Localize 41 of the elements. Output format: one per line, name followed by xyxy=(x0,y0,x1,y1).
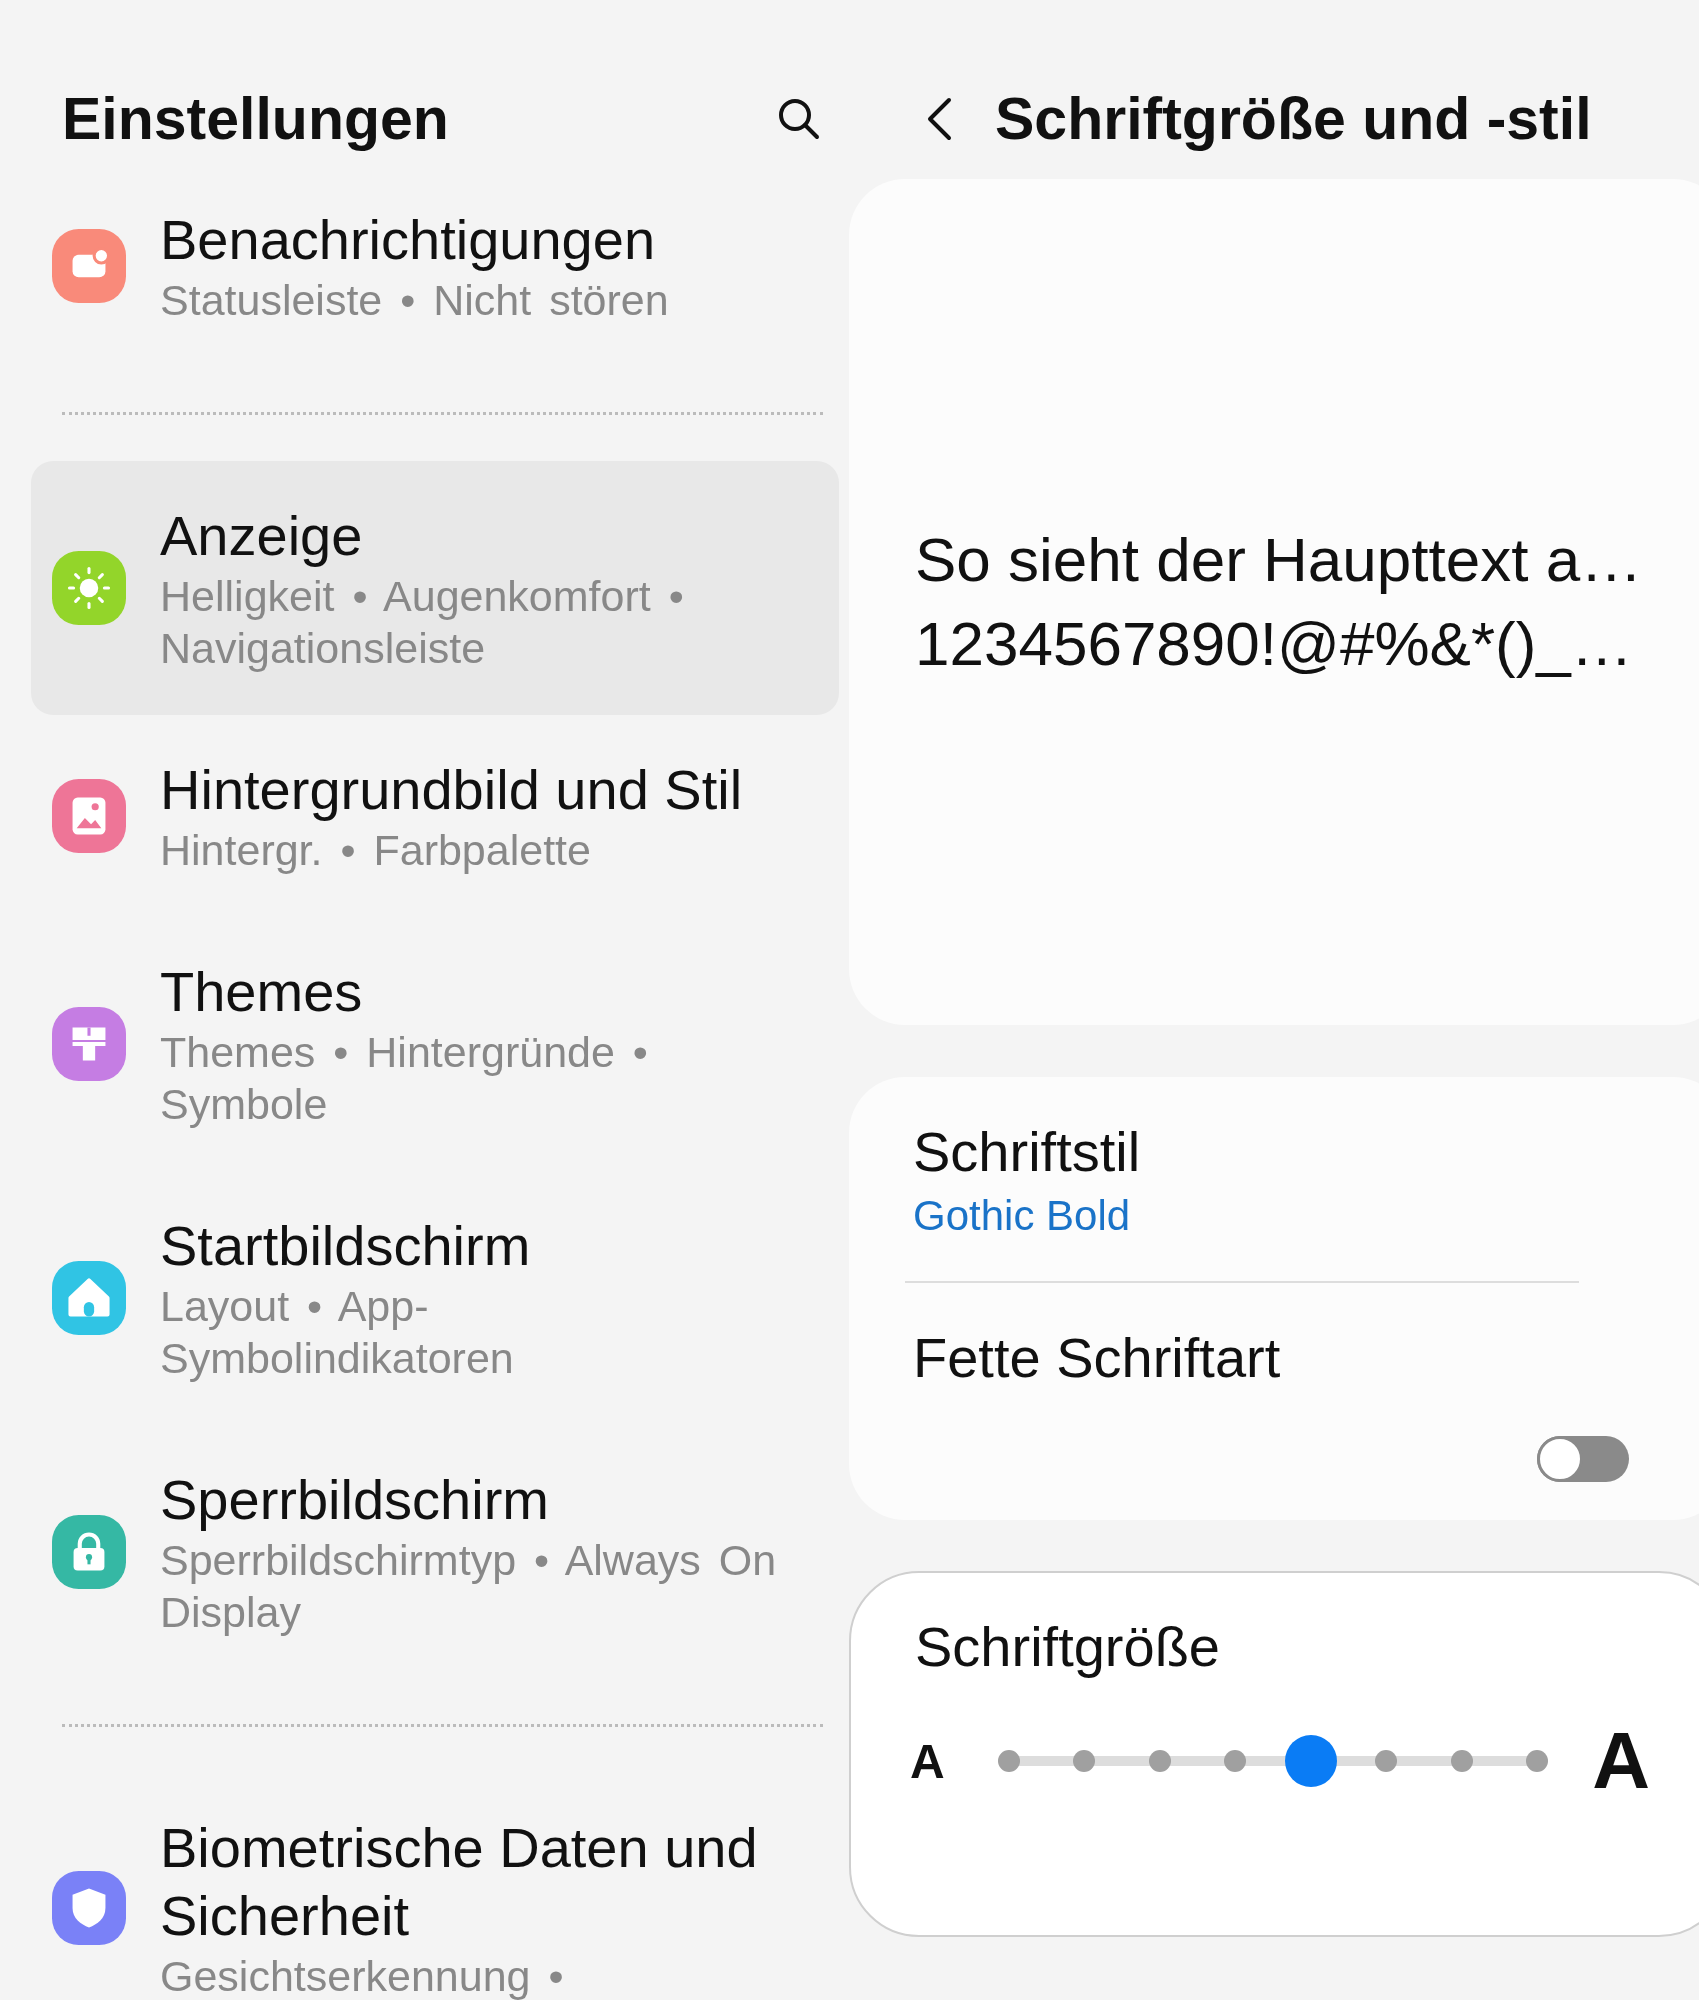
slider-step[interactable] xyxy=(998,1750,1020,1772)
settings-item[interactable]: Hintergrundbild und Stil Hintergr. • Farbpalette xyxy=(31,715,839,917)
slider-step[interactable] xyxy=(1148,1750,1171,1772)
item-subtitle: Themes • Hintergründe • Symbole xyxy=(160,1027,649,1130)
settings-item[interactable]: Sperrbildschirm Sperrbildschirmtyp • Always On Display xyxy=(31,1425,839,1679)
preview-text: 1234567890!@#%&*()_… xyxy=(915,608,1634,680)
item-subtitle: Helligkeit • Augenkomfort • Navigationsleiste xyxy=(160,571,685,674)
page-title: Schriftgröße und -stil xyxy=(995,84,1592,153)
item-subtitle: Hintergr. • Farbpalette xyxy=(160,825,592,876)
back-icon[interactable] xyxy=(925,95,953,142)
item-title: Benachrichtigungen xyxy=(160,207,657,273)
settings-item[interactable]: Biometrische Daten und Sicherheit Gesichtserkennung • xyxy=(31,1773,839,2000)
page-title: Einstellungen xyxy=(62,84,449,153)
toggle-switch[interactable] xyxy=(1537,1436,1629,1482)
item-title: Hintergrundbild und Stil xyxy=(160,757,744,823)
preview-text: So sieht der Haupttext a… xyxy=(915,524,1644,596)
setting-label[interactable]: Schriftstil xyxy=(913,1116,1629,1188)
large-a-label: A xyxy=(1592,1715,1650,1807)
slider-step[interactable] xyxy=(1526,1750,1549,1772)
setting-value: Gothic Bold xyxy=(913,1191,1132,1241)
slider-step[interactable] xyxy=(1375,1750,1398,1772)
item-title: Anzeige xyxy=(160,503,364,569)
slider-thumb[interactable] xyxy=(1284,1735,1337,1787)
settings-item[interactable]: Anzeige Helligkeit • Augenkomfort • Navigationsleiste xyxy=(31,461,839,715)
setting-label: Schriftgröße xyxy=(915,1614,1221,1680)
setting-label: Fette Schriftart xyxy=(913,1325,1282,1391)
item-title: Biometrische Daten und Sicherheit xyxy=(160,1815,759,1949)
item-title: Themes xyxy=(160,959,364,1025)
settings-item[interactable]: Startbildschirm Layout • App-Symbolindikatoren xyxy=(31,1171,839,1425)
item-title: Startbildschirm xyxy=(160,1213,532,1279)
slider-step[interactable] xyxy=(1073,1750,1096,1772)
item-subtitle: Statusleiste • Nicht stören xyxy=(160,275,670,326)
small-a-label: A xyxy=(910,1733,946,1789)
item-subtitle: Gesichtserkennung • xyxy=(160,1951,565,2000)
item-title: Sperrbildschirm xyxy=(160,1467,550,1533)
item-subtitle: Sperrbildschirmtyp • Always On Display xyxy=(160,1535,778,1638)
slider-step[interactable] xyxy=(1450,1750,1473,1772)
settings-item[interactable]: Benachrichtigungen Statusleiste • Nicht stören xyxy=(31,165,839,367)
item-subtitle: Layout • App-Symbolindikatoren xyxy=(160,1281,515,1384)
slider-step[interactable] xyxy=(1224,1750,1247,1772)
settings-item[interactable]: Themes Themes • Hintergründe • Symbole xyxy=(31,917,839,1171)
